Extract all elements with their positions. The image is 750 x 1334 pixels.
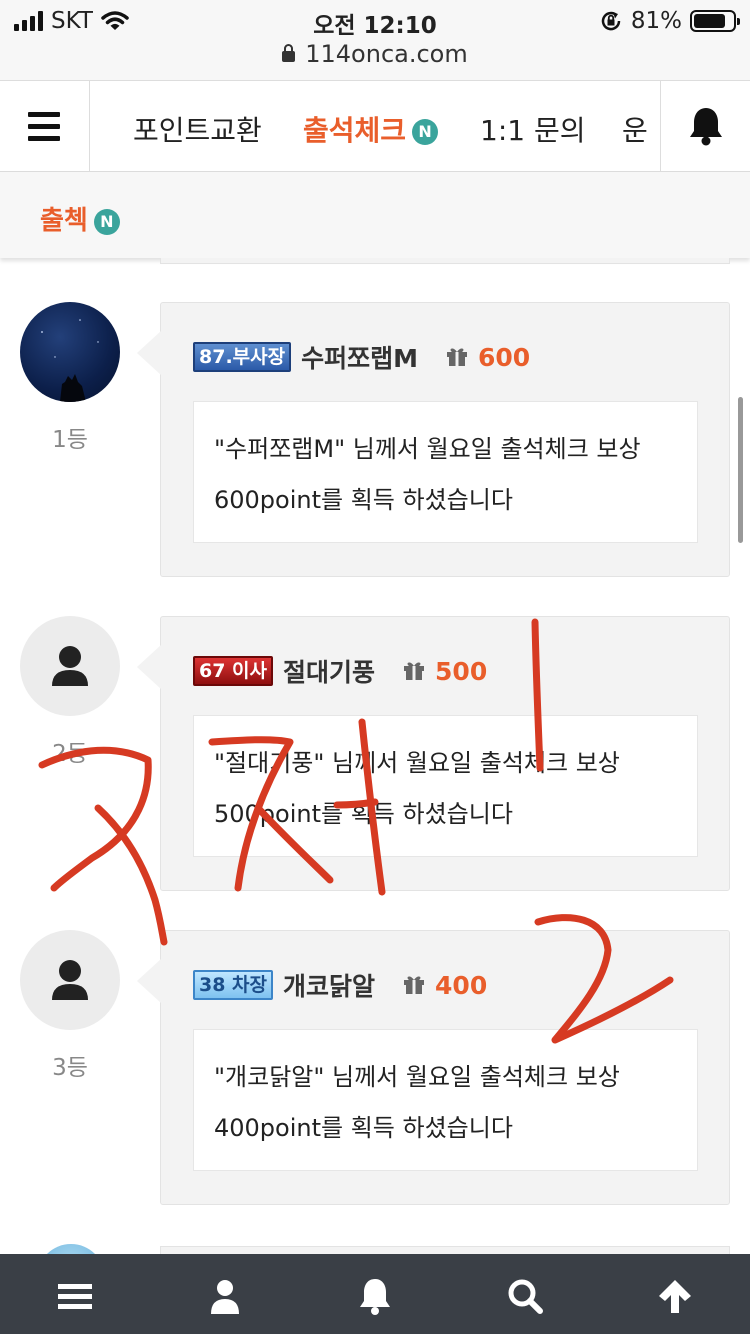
battery-icon bbox=[690, 10, 740, 32]
scrollbar[interactable] bbox=[738, 397, 743, 543]
lock-icon bbox=[282, 44, 296, 62]
attendance-entry: 3등 38 차장 개코닭알 400 "개코닭알" 님께서 월요일 출석체크 보상… bbox=[0, 930, 750, 1205]
tab-point-exchange[interactable]: 포인트교환 bbox=[133, 109, 262, 149]
user-icon bbox=[211, 1280, 239, 1314]
reward-message: "수퍼쪼랩M" 님께서 월요일 출석체크 보상 600point를 획득 하셨습… bbox=[193, 401, 698, 543]
battery-percent: 81% bbox=[630, 8, 682, 34]
avatar bbox=[20, 302, 120, 402]
rotation-lock-icon bbox=[601, 11, 621, 31]
scroll-top-button[interactable] bbox=[655, 1276, 695, 1316]
arrow-up-icon bbox=[659, 1280, 691, 1313]
reward-message: "개코닭알" 님께서 월요일 출석체크 보상 400point를 획득 하셨습니… bbox=[193, 1029, 698, 1171]
search-icon bbox=[508, 1279, 543, 1314]
menu-icon bbox=[58, 1284, 92, 1309]
top-nav: 포인트교환 출석체크 N 1:1 문의 운 bbox=[0, 80, 750, 172]
level-badge: 87.부사장 bbox=[193, 342, 292, 372]
card-header: 67 이사 절대기풍 500 bbox=[193, 655, 487, 687]
bell-icon bbox=[690, 108, 722, 146]
night-sky-image bbox=[41, 319, 99, 402]
points-value: 500 bbox=[435, 656, 488, 686]
bottom-menu-button[interactable] bbox=[55, 1276, 95, 1316]
avatar bbox=[20, 616, 120, 716]
level-badge: 38 차장 bbox=[193, 970, 274, 1000]
previous-card-edge bbox=[160, 258, 730, 264]
reward-message: "절대기풍" 님께서 월요일 출석체크 보상 500point를 획득 하셨습니… bbox=[193, 715, 698, 857]
rank-label: 3등 bbox=[52, 1055, 88, 1081]
notification-button[interactable] bbox=[660, 81, 750, 171]
nickname[interactable]: 개코닭알 bbox=[283, 967, 375, 1003]
new-badge: N bbox=[93, 208, 120, 235]
status-right: 81% bbox=[599, 8, 740, 34]
tab-partial[interactable]: 운 bbox=[622, 109, 660, 149]
gift-icon bbox=[447, 348, 467, 366]
url-bar[interactable]: 114onca.com bbox=[0, 40, 750, 68]
attendance-entry: 2등 67 이사 절대기풍 500 "절대기풍" 님께서 월요일 출석체크 보상… bbox=[0, 616, 750, 891]
level-badge: 67 이사 bbox=[193, 656, 274, 686]
attendance-card: 67 이사 절대기풍 500 "절대기풍" 님께서 월요일 출석체크 보상 50… bbox=[137, 616, 730, 891]
menu-button[interactable] bbox=[0, 81, 90, 171]
tab-attendance[interactable]: 출석체크 N bbox=[303, 109, 439, 149]
user-icon bbox=[52, 646, 88, 686]
attendance-entry: 1등 87.부사장 수퍼쪼랩M 600 "수퍼쪼랩M" 님께서 월요일 출석체크… bbox=[0, 302, 750, 577]
bottom-user-button[interactable] bbox=[205, 1276, 245, 1316]
bell-icon bbox=[360, 1279, 390, 1315]
user-icon bbox=[52, 960, 88, 1000]
rank-label: 2등 bbox=[52, 741, 88, 767]
bottom-search-button[interactable] bbox=[505, 1276, 545, 1316]
gift-icon bbox=[404, 976, 425, 994]
attendance-card: 87.부사장 수퍼쪼랩M 600 "수퍼쪼랩M" 님께서 월요일 출석체크 보상… bbox=[137, 302, 730, 577]
new-badge: N bbox=[412, 119, 439, 145]
sub-tab-attendance[interactable]: 출첵 N bbox=[40, 200, 120, 237]
tab-inquiry[interactable]: 1:1 문의 bbox=[480, 109, 585, 149]
bottom-notification-button[interactable] bbox=[355, 1276, 395, 1316]
points-value: 600 bbox=[478, 342, 531, 372]
hamburger-icon bbox=[28, 112, 60, 148]
card-header: 38 차장 개코닭알 400 bbox=[193, 969, 487, 1001]
sub-nav: 출첵 N bbox=[0, 172, 750, 258]
url-text: 114onca.com bbox=[305, 40, 468, 68]
status-bar: SKT 오전 12:10 114onca.com 81% bbox=[0, 0, 750, 80]
rank-label: 1등 bbox=[52, 427, 88, 453]
bottom-bar bbox=[0, 1254, 750, 1334]
nickname[interactable]: 수퍼쪼랩M bbox=[301, 339, 418, 375]
avatar bbox=[20, 930, 120, 1030]
nickname[interactable]: 절대기풍 bbox=[283, 653, 375, 689]
gift-icon bbox=[404, 662, 425, 680]
points-value: 400 bbox=[435, 970, 488, 1000]
attendance-card: 38 차장 개코닭알 400 "개코닭알" 님께서 월요일 출석체크 보상 40… bbox=[137, 930, 730, 1205]
card-header: 87.부사장 수퍼쪼랩M 600 bbox=[193, 341, 530, 373]
